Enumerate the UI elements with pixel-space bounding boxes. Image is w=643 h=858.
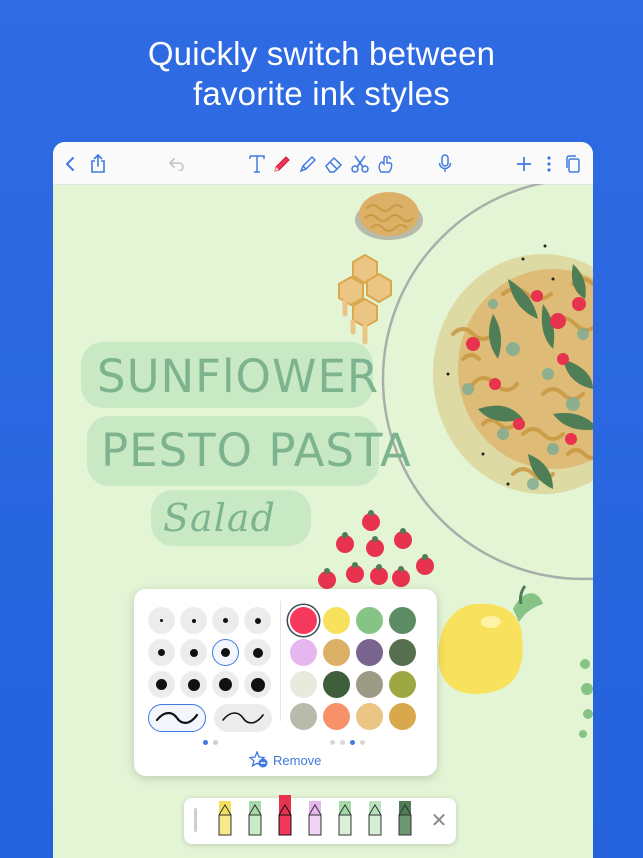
- pen-size-option[interactable]: [148, 671, 175, 698]
- stroke-style-pressure-curve[interactable]: [214, 704, 272, 732]
- pen-size-dot: [252, 647, 263, 658]
- pen-size-dot: [189, 648, 198, 657]
- color-swatch[interactable]: [290, 703, 317, 730]
- color-swatch[interactable]: [389, 639, 416, 666]
- tablet-screen: SUNFlOWER PESTO PASTA Salad Remove ✕: [53, 142, 593, 858]
- title-line-3: Salad: [163, 496, 276, 540]
- page-dot: [340, 740, 345, 745]
- popover-divider: [280, 601, 281, 721]
- favorite-pen[interactable]: [364, 801, 386, 842]
- pen-size-option[interactable]: [148, 607, 175, 634]
- pen-options-popover: Remove: [134, 589, 437, 776]
- favorite-pen[interactable]: [214, 801, 236, 842]
- title-line-1: SUNFlOWER: [97, 350, 380, 403]
- eraser-tool-icon[interactable]: [323, 153, 345, 175]
- color-swatch[interactable]: [290, 639, 317, 666]
- color-swatch[interactable]: [290, 671, 317, 698]
- color-swatch[interactable]: [356, 607, 383, 634]
- pen-size-dot: [221, 648, 230, 657]
- touch-draw-icon[interactable]: [374, 153, 396, 175]
- pen-size-option[interactable]: [244, 607, 271, 634]
- color-swatch[interactable]: [323, 639, 350, 666]
- drag-handle[interactable]: [194, 808, 197, 832]
- stroke-style-smooth-curve[interactable]: [148, 704, 206, 732]
- pen-size-option[interactable]: [212, 671, 239, 698]
- pen-tool-icon[interactable]: [271, 153, 293, 175]
- color-swatch[interactable]: [290, 607, 317, 634]
- headline-line-1: Quickly switch between: [147, 35, 496, 72]
- share-icon[interactable]: [87, 153, 109, 175]
- more-icon[interactable]: [538, 153, 560, 175]
- page-dot: [213, 740, 218, 745]
- pen-size-dot: [158, 649, 165, 656]
- headline-line-2: favorite ink styles: [193, 75, 450, 112]
- pen-size-option[interactable]: [212, 607, 239, 634]
- page-dot: [330, 740, 335, 745]
- favorite-pen[interactable]: [304, 801, 326, 842]
- pen-size-dot: [254, 617, 261, 624]
- color-swatch[interactable]: [389, 703, 416, 730]
- color-swatch[interactable]: [389, 671, 416, 698]
- color-swatch[interactable]: [323, 703, 350, 730]
- pen-size-option[interactable]: [180, 671, 207, 698]
- pages-icon[interactable]: [562, 153, 584, 175]
- star-remove-icon: [249, 751, 268, 768]
- note-toolbar: [53, 142, 593, 185]
- pen-size-option[interactable]: [244, 671, 271, 698]
- back-chevron-icon[interactable]: [59, 153, 81, 175]
- pen-size-option[interactable]: [180, 607, 207, 634]
- pen-size-dot: [191, 618, 196, 623]
- favorite-pen[interactable]: [244, 801, 266, 842]
- page-dot: [203, 740, 208, 745]
- pen-size-dot: [156, 679, 167, 690]
- pen-size-dot: [223, 618, 228, 623]
- pen-size-dot: [250, 677, 265, 692]
- headline: Quickly switch between favorite ink styl…: [0, 34, 643, 114]
- microphone-icon[interactable]: [434, 153, 456, 175]
- close-icon[interactable]: ✕: [428, 808, 450, 832]
- color-swatch[interactable]: [389, 607, 416, 634]
- text-tool-icon[interactable]: [246, 153, 268, 175]
- undo-icon[interactable]: [166, 153, 188, 175]
- pen-size-option[interactable]: [212, 639, 239, 666]
- pen-size-dot: [160, 619, 163, 622]
- add-icon[interactable]: [513, 153, 535, 175]
- color-swatch[interactable]: [323, 607, 350, 634]
- highlighter-tool-icon[interactable]: [297, 153, 319, 175]
- remove-label: Remove: [273, 752, 322, 768]
- pen-size-dot: [219, 678, 232, 691]
- favorite-pen[interactable]: [334, 801, 356, 842]
- favorites-pencil-bar: ✕: [184, 795, 456, 844]
- color-swatch[interactable]: [323, 671, 350, 698]
- title-line-2: PESTO PASTA: [101, 424, 412, 477]
- color-swatch[interactable]: [356, 703, 383, 730]
- pen-size-option[interactable]: [180, 639, 207, 666]
- color-swatch[interactable]: [356, 671, 383, 698]
- pen-size-option[interactable]: [244, 639, 271, 666]
- scissors-tool-icon[interactable]: [349, 153, 371, 175]
- pen-size-dot: [187, 678, 200, 691]
- pen-size-option[interactable]: [148, 639, 175, 666]
- favorite-pen[interactable]: [274, 795, 296, 842]
- page-dot: [360, 740, 365, 745]
- favorite-pen[interactable]: [394, 801, 416, 842]
- page-dot: [350, 740, 355, 745]
- color-swatch[interactable]: [356, 639, 383, 666]
- remove-favorite-button[interactable]: Remove: [249, 751, 321, 769]
